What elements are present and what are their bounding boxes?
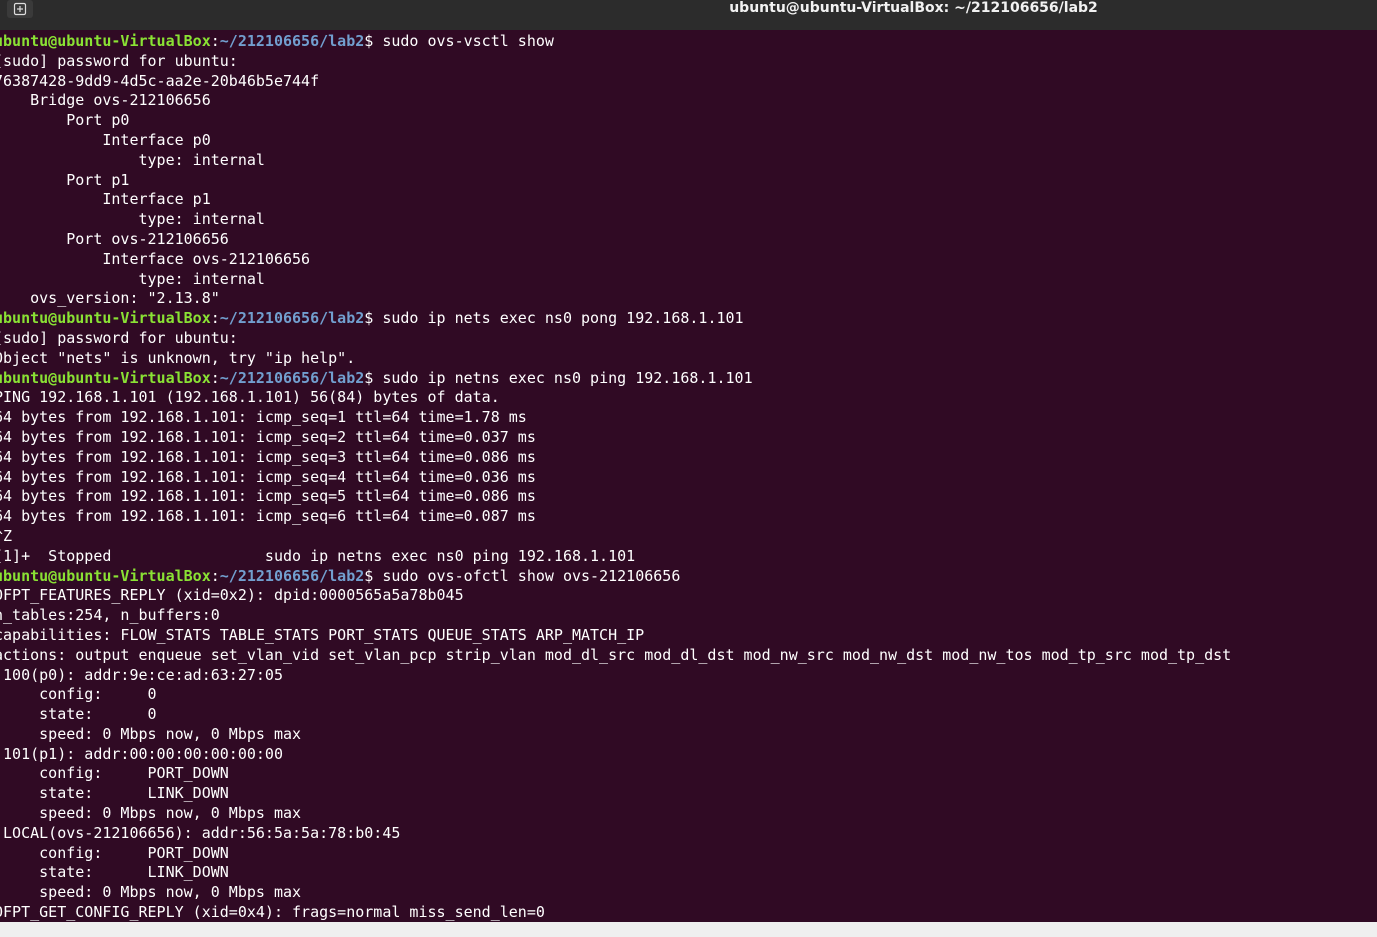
title-bar: ubuntu@ubuntu-VirtualBox: ~/212106656/la… — [0, 0, 1377, 30]
prompt-symbol: $ — [364, 566, 383, 585]
output-line: Interface p1 — [0, 190, 211, 209]
output-line: Interface ovs-212106656 — [0, 249, 311, 268]
prompt-user: ubuntu@ubuntu-VirtualBox — [0, 368, 211, 387]
command-line: ubuntu@ubuntu-VirtualBox:~/212106656/lab… — [0, 369, 1231, 389]
bottom-strip — [0, 922, 1377, 937]
terminal-output[interactable]: ubuntu@ubuntu-VirtualBox:~/212106656/lab… — [0, 32, 1231, 922]
output-line: n_tables:254, n_buffers:0 — [0, 606, 220, 625]
output-line: ^Z — [0, 526, 13, 545]
output-line: config: 0 — [0, 685, 157, 704]
command-line: ubuntu@ubuntu-VirtualBox:~/212106656/lab… — [0, 567, 1231, 587]
prompt-user: ubuntu@ubuntu-VirtualBox — [0, 309, 211, 328]
prompt-path: ~/212106656/lab2 — [219, 566, 365, 585]
output-line: speed: 0 Mbps now, 0 Mbps max — [0, 883, 302, 902]
command-line: ubuntu@ubuntu-VirtualBox:~/212106656/lab… — [0, 32, 1231, 52]
output-line: state: LINK_DOWN — [0, 863, 229, 882]
output-line: 76387428-9dd9-4d5c-aa2e-20b46b5e744f — [0, 71, 320, 90]
output-line: 64 bytes from 192.168.1.101: icmp_seq=6 … — [0, 507, 536, 526]
output-line: speed: 0 Mbps now, 0 Mbps max — [0, 724, 302, 743]
output-line: PING 192.168.1.101 (192.168.1.101) 56(84… — [0, 388, 500, 407]
prompt-separator: : — [210, 368, 220, 387]
output-line: 64 bytes from 192.168.1.101: icmp_seq=3 … — [0, 447, 536, 466]
output-line: 64 bytes from 192.168.1.101: icmp_seq=4 … — [0, 467, 536, 486]
output-line: 64 bytes from 192.168.1.101: icmp_seq=2 … — [0, 427, 536, 446]
output-line: OFPT_FEATURES_REPLY (xid=0x2): dpid:0000… — [0, 586, 464, 605]
output-line: [sudo] password for ubuntu: — [0, 51, 238, 70]
prompt-path: ~/212106656/lab2 — [219, 368, 365, 387]
terminal-window: ubuntu@ubuntu-VirtualBox: ~/212106656/la… — [0, 0, 1377, 922]
output-line: OFPT_GET_CONFIG_REPLY (xid=0x4): frags=n… — [0, 903, 545, 922]
output-line: 100(p0): addr:9e:ce:ad:63:27:05 — [0, 665, 283, 684]
output-line: Port p0 — [0, 111, 130, 130]
output-line: Object "nets" is unknown, try "ip help". — [0, 348, 356, 367]
output-line: Port ovs-212106656 — [0, 229, 229, 248]
prompt-separator: : — [210, 309, 220, 328]
prompt-symbol: $ — [364, 368, 383, 387]
output-line: state: 0 — [0, 705, 157, 724]
prompt-separator: : — [210, 32, 220, 50]
output-line: config: PORT_DOWN — [0, 764, 229, 783]
output-line: config: PORT_DOWN — [0, 843, 229, 862]
command-text: sudo ip nets exec ns0 pong 192.168.1.101 — [382, 309, 744, 328]
prompt-separator: : — [210, 566, 220, 585]
output-line: [sudo] password for ubuntu: — [0, 328, 238, 347]
output-line: LOCAL(ovs-212106656): addr:56:5a:5a:78:b… — [0, 823, 401, 842]
output-line: 64 bytes from 192.168.1.101: icmp_seq=5 … — [0, 487, 536, 506]
output-line: 101(p1): addr:00:00:00:00:00:00 — [0, 744, 283, 763]
prompt-path: ~/212106656/lab2 — [219, 32, 365, 50]
output-line: ovs_version: "2.13.8" — [0, 289, 220, 308]
command-text: sudo ip netns exec ns0 ping 192.168.1.10… — [382, 368, 753, 387]
output-line: speed: 0 Mbps now, 0 Mbps max — [0, 804, 302, 823]
output-line: type: internal — [0, 269, 265, 288]
output-line: state: LINK_DOWN — [0, 784, 229, 803]
prompt-symbol: $ — [364, 309, 383, 328]
output-line: type: internal — [0, 150, 265, 169]
command-line: ubuntu@ubuntu-VirtualBox:~/212106656/lab… — [0, 309, 1231, 329]
output-line: Port p1 — [0, 170, 130, 189]
prompt-path: ~/212106656/lab2 — [219, 309, 365, 328]
prompt-user: ubuntu@ubuntu-VirtualBox — [0, 566, 211, 585]
prompt-user: ubuntu@ubuntu-VirtualBox — [0, 32, 211, 50]
window-title: ubuntu@ubuntu-VirtualBox: ~/212106656/la… — [729, 0, 1098, 16]
output-line: Interface p0 — [0, 130, 211, 149]
output-line: [1]+ Stopped sudo ip netns exec ns0 ping… — [0, 546, 636, 565]
command-text: sudo ovs-vsctl show — [382, 32, 554, 50]
command-text: sudo ovs-ofctl show ovs-212106656 — [382, 566, 681, 585]
output-line: Bridge ovs-212106656 — [0, 91, 211, 110]
output-line: capabilities: FLOW_STATS TABLE_STATS POR… — [0, 625, 645, 644]
output-line: actions: output enqueue set_vlan_vid set… — [0, 645, 1232, 664]
prompt-symbol: $ — [364, 32, 383, 50]
output-line: 64 bytes from 192.168.1.101: icmp_seq=1 … — [0, 408, 527, 427]
output-line: type: internal — [0, 210, 265, 229]
